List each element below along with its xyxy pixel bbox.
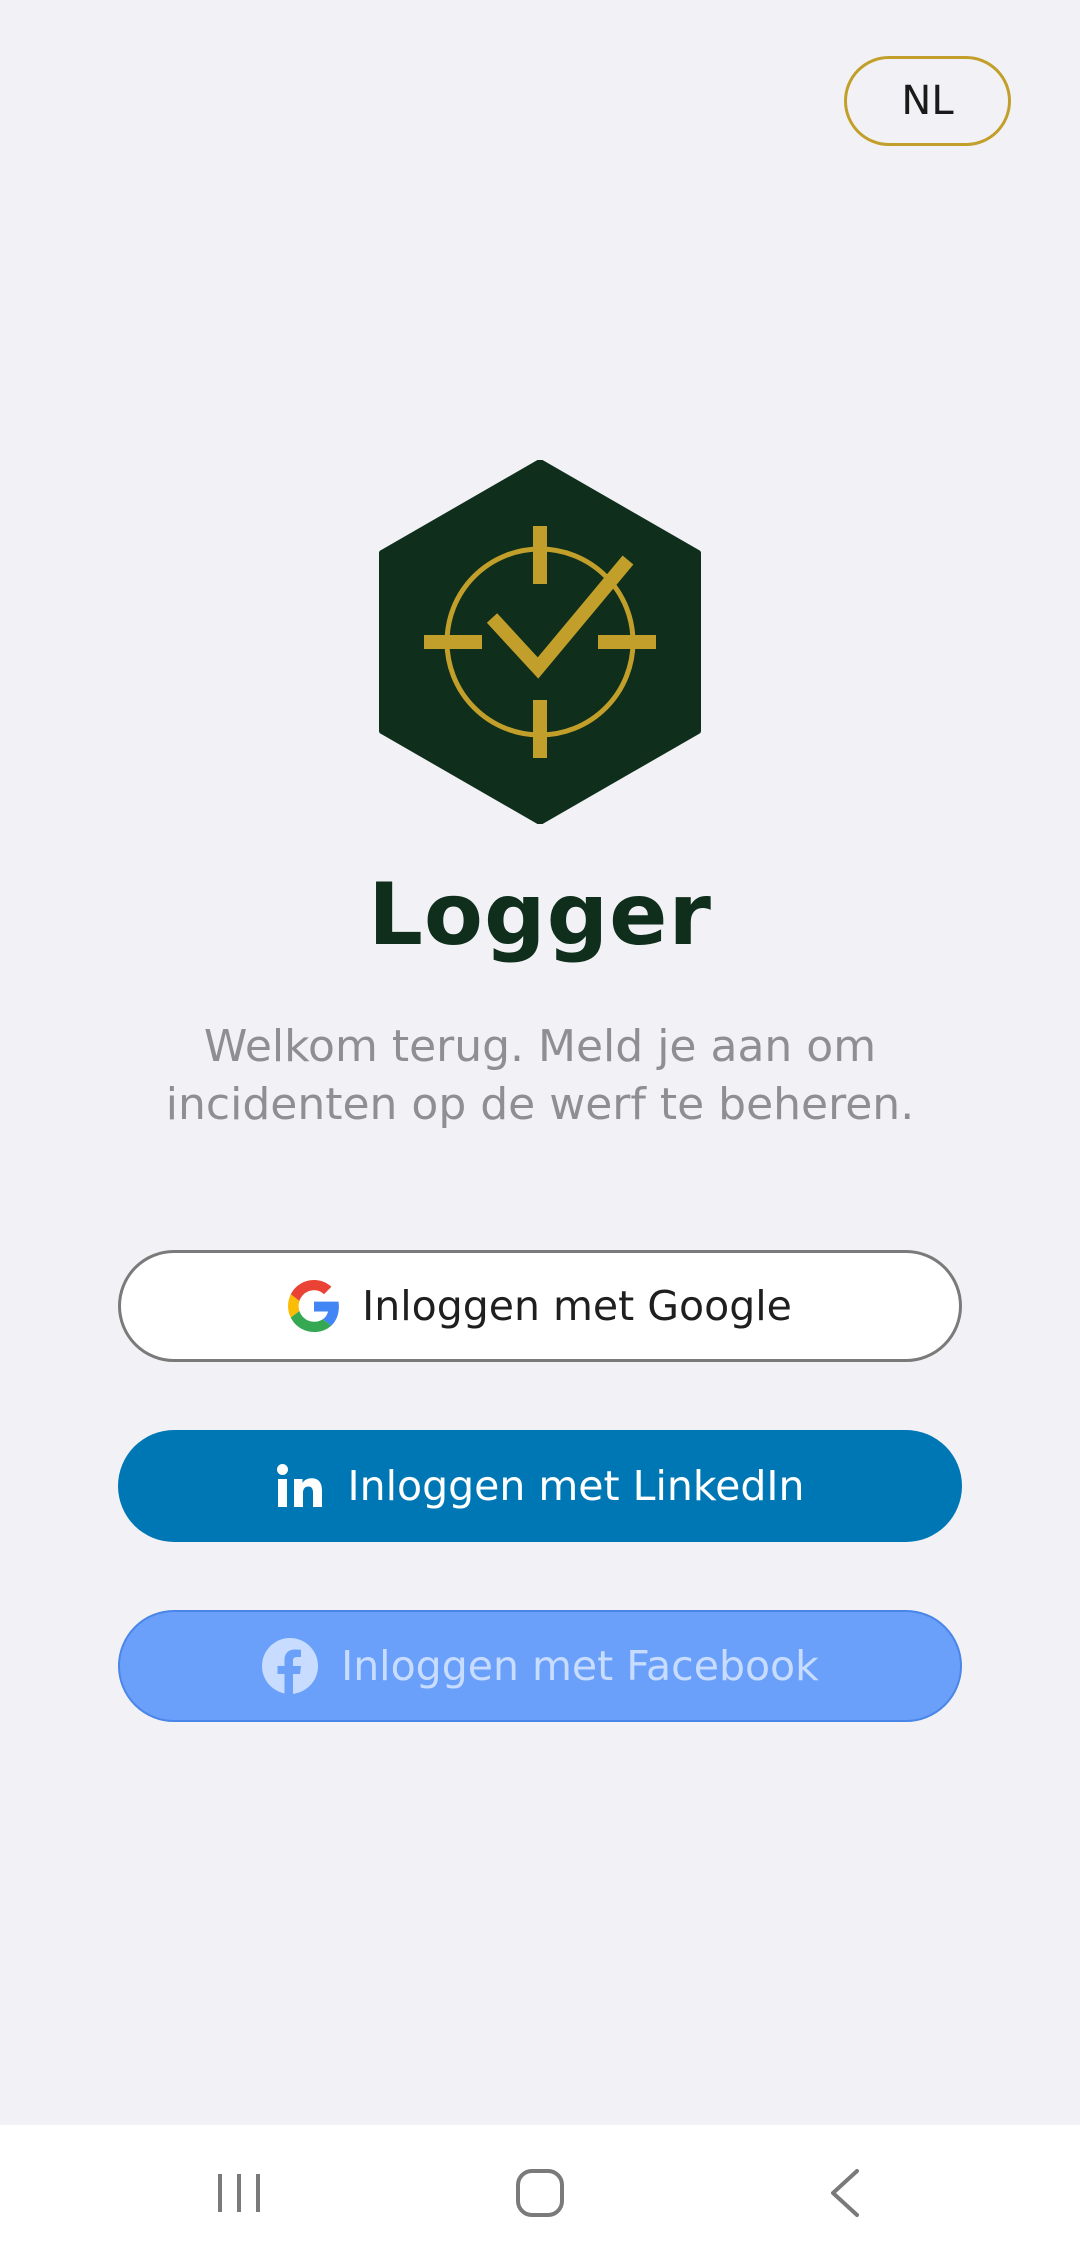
facebook-login-label: Inloggen met Facebook <box>341 1642 819 1690</box>
home-icon[interactable] <box>500 2153 580 2233</box>
language-label: NL <box>901 78 954 124</box>
system-navigation-bar <box>0 2125 1080 2261</box>
linkedin-login-label: Inloggen met LinkedIn <box>347 1462 805 1510</box>
facebook-login-button[interactable]: Inloggen met Facebook <box>118 1610 962 1722</box>
app-title: Logger <box>368 865 712 965</box>
google-login-button[interactable]: Inloggen met Google <box>118 1250 962 1362</box>
linkedin-login-button[interactable]: Inloggen met LinkedIn <box>118 1430 962 1542</box>
recents-icon[interactable] <box>199 2153 279 2233</box>
facebook-icon <box>261 1637 319 1695</box>
back-icon[interactable] <box>805 2153 885 2233</box>
linkedin-icon <box>276 1463 326 1509</box>
welcome-subtitle: Welkom terug. Meld je aan om incidenten … <box>165 1021 915 1130</box>
logo-icon <box>379 460 701 824</box>
google-icon <box>288 1280 340 1332</box>
google-login-label: Inloggen met Google <box>362 1282 792 1330</box>
language-toggle-button[interactable]: NL <box>844 56 1011 146</box>
